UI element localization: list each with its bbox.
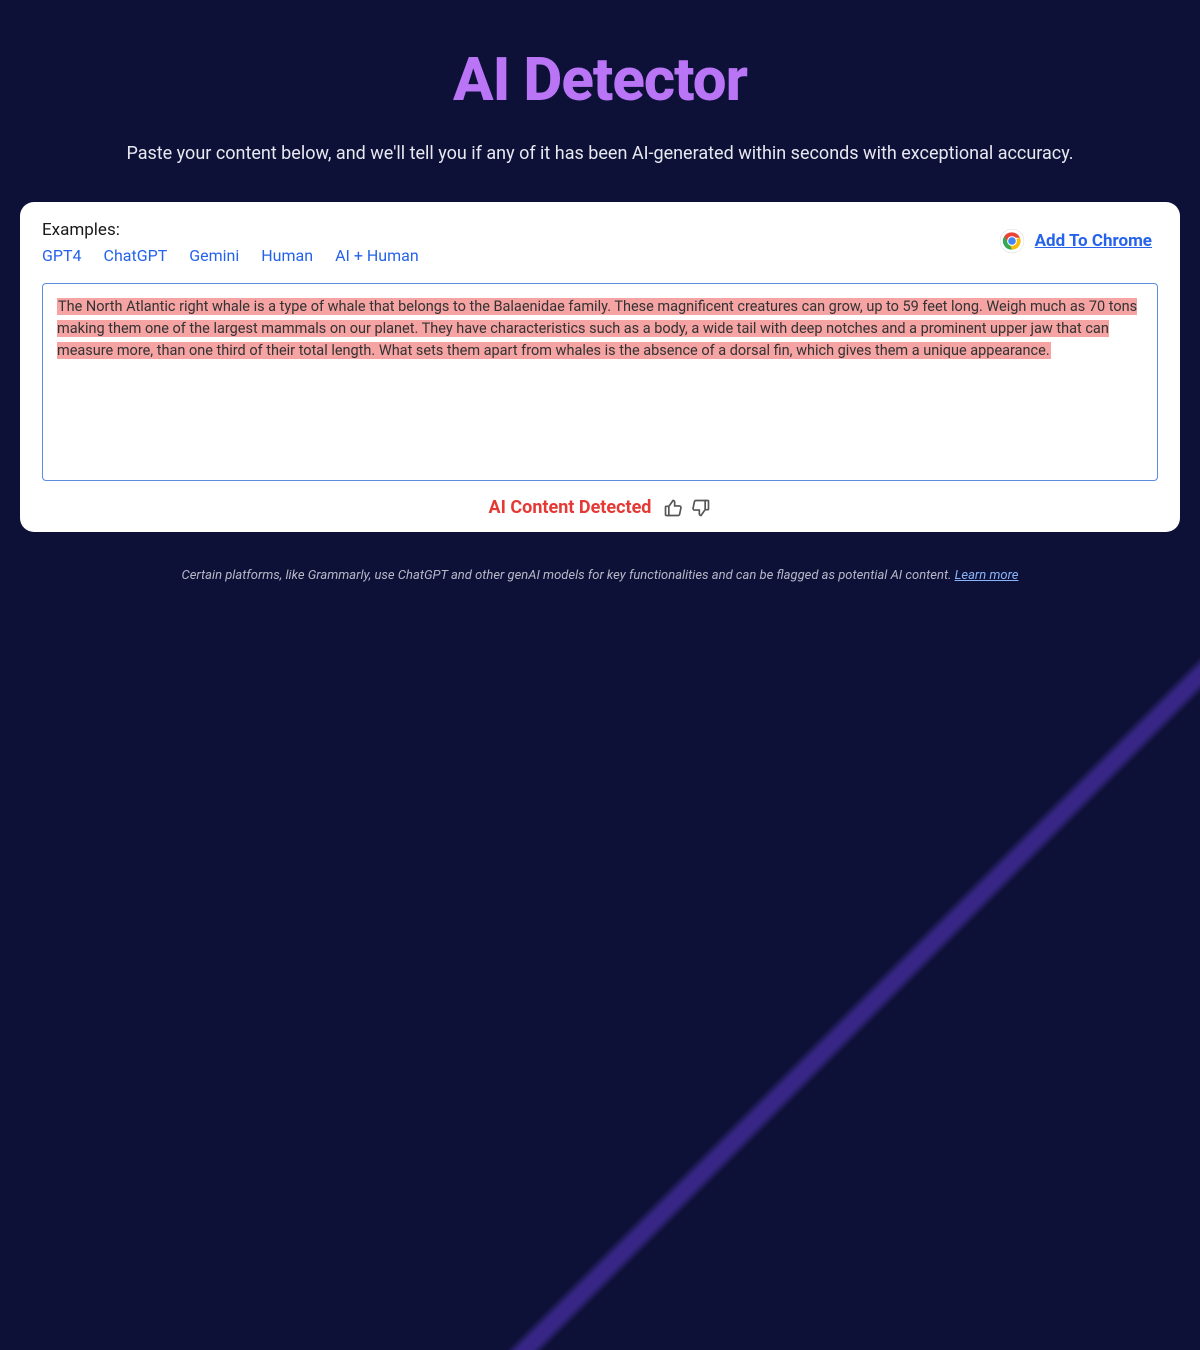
chrome-link-text[interactable]: Add To Chrome bbox=[1035, 231, 1152, 251]
chrome-icon bbox=[999, 228, 1025, 254]
example-link-gpt4[interactable]: GPT4 bbox=[42, 246, 82, 265]
highlighted-content: The North Atlantic right whale is a type… bbox=[57, 298, 1137, 359]
analyzed-text: The North Atlantic right whale is a type… bbox=[57, 296, 1143, 361]
page-title: AI Detector bbox=[0, 0, 1200, 115]
content-textarea[interactable]: The North Atlantic right whale is a type… bbox=[42, 283, 1158, 481]
footer-learn-more-link[interactable]: Learn more bbox=[955, 568, 1019, 583]
thumbs-down-icon[interactable] bbox=[691, 498, 711, 518]
examples-links: GPT4 ChatGPT Gemini Human AI + Human bbox=[42, 246, 419, 265]
example-link-chatgpt[interactable]: ChatGPT bbox=[104, 246, 168, 265]
detection-result: AI Content Detected bbox=[489, 497, 652, 518]
example-link-human[interactable]: Human bbox=[261, 246, 313, 265]
example-link-gemini[interactable]: Gemini bbox=[189, 246, 239, 265]
feedback-buttons bbox=[663, 498, 711, 518]
subtitle: Paste your content below, and we'll tell… bbox=[0, 143, 1200, 164]
examples-block: Examples: GPT4 ChatGPT Gemini Human AI +… bbox=[42, 220, 419, 265]
result-row: AI Content Detected bbox=[42, 497, 1158, 518]
thumbs-up-icon[interactable] bbox=[663, 498, 683, 518]
footer-text: Certain platforms, like Grammarly, use C… bbox=[182, 568, 955, 583]
card-header-row: Examples: GPT4 ChatGPT Gemini Human AI +… bbox=[42, 220, 1158, 265]
example-link-ai-human[interactable]: AI + Human bbox=[335, 246, 419, 265]
chrome-cta[interactable]: Add To Chrome bbox=[999, 228, 1152, 254]
examples-label: Examples: bbox=[42, 220, 419, 240]
detector-card: Examples: GPT4 ChatGPT Gemini Human AI +… bbox=[20, 202, 1180, 532]
footer-disclaimer: Certain platforms, like Grammarly, use C… bbox=[0, 568, 1200, 583]
